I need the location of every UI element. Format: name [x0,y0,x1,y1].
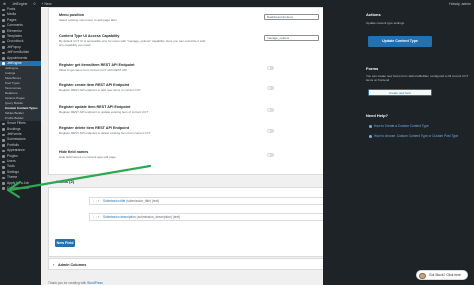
menu-icon [2,182,5,185]
help-link-create-cct[interactable]: How to Create a Custom Content Type [374,124,429,128]
wp-logo-icon[interactable]: ⊕ [0,2,9,6]
setting-toggle[interactable] [267,86,274,90]
fields-section-title[interactable]: ⌄ Fields (2) [52,179,74,184]
setting-toggle[interactable] [267,108,274,112]
sidebar-submenu: JetEngine Listings Meta Boxes Post Types Tax… [0,66,41,122]
sidebar-item-label: Plugins [7,153,18,158]
menu-icon [2,144,5,147]
setting-description: Allow to get items from current CCT with… [59,67,127,72]
menu-icon [2,19,5,22]
right-sidebar-panel: Actions Update content type settings Upd… [323,7,474,285]
sidebar-item-label: Media [7,12,16,17]
setting-toggle[interactable] [267,153,274,157]
need-help-title: Need Help? [366,113,389,118]
capability-input[interactable]: manage_options [264,35,319,41]
collapse-arrow-icon: ⌄ [52,179,56,184]
help-link-choose-cct[interactable]: How to choose: Custom Content Type or Cu… [374,134,469,138]
menu-icon [2,171,5,174]
menu-icon [2,30,5,33]
sidebar-item-label: Appearance [7,148,25,153]
collapse-arrow-icon: › [53,261,55,267]
sidebar-item-label: Posts [7,7,16,11]
field-name[interactable]: Submission title (submission_title) (tex… [103,198,159,206]
help-link-icon [369,125,372,128]
menu-icon [2,40,5,44]
sidebar-item-label: Apply for a Job [7,180,29,185]
setting-description: Register REST API endpoint to add new it… [59,87,141,92]
site-name-link[interactable]: JetEngine [9,2,31,6]
menu-position-select[interactable]: Dashboard (before) [264,14,319,20]
sidebar-item-label: Theme [7,175,18,180]
got-stuck-button[interactable]: Got Stuck? Click here [416,270,468,280]
menu-icon [2,149,5,153]
wordpress-link[interactable]: WordPress [87,281,103,285]
user-greeting[interactable]: Howdy, admin [446,2,474,6]
sidebar-item-label: JetPopup [7,44,21,49]
sidebar-item-label: Users [7,159,16,164]
sidebar-item-label: Portfolio [7,142,20,147]
forms-text: You can create new forms from JetFormBui… [366,74,469,82]
create-new-form-button[interactable]: Create new form [368,89,432,96]
setting-toggle[interactable] [267,66,274,70]
menu-icon [2,133,5,137]
sidebar-item-label: Templates [7,33,23,38]
actions-text: Update content type settings [366,21,405,25]
avatar [419,272,426,279]
admin-sidebar: Posts Media Pages Comments Elementor Template… [0,7,41,285]
menu-icon [2,176,5,180]
forms-title: Forms [366,66,379,71]
sidebar-item-label: Pages [7,17,17,22]
menu-icon [2,128,5,131]
admin-bar: ⊕ JetEngine 0 + New Howdy, admin [0,0,474,7]
menu-icon [2,24,5,28]
expand-arrow-icon[interactable]: › [98,214,99,222]
sidebar-item-label: Submissions [7,137,26,142]
sidebar-item-label: Settings [7,169,19,174]
admin-columns-card[interactable]: › Admin Columns [48,258,359,270]
sidebar-item-label: Bookings [7,126,21,131]
update-content-type-button[interactable]: Update Content Type [368,36,432,47]
field-name[interactable]: Submission description (submission_descr… [103,214,180,222]
setting-description: Register REST API endpoint to update exi… [59,109,149,114]
menu-icon [2,46,5,49]
menu-icon [2,57,5,60]
setting-toggle[interactable] [267,129,274,133]
footer-text: Thank you for creating with WordPress [48,281,103,285]
menu-icon [2,122,5,126]
expand-arrow-icon[interactable]: › [98,198,99,206]
comments-count[interactable]: 0 [31,2,39,6]
sidebar-item-label: JetEvents [7,132,22,137]
menu-icon [2,160,5,164]
field-slug: (submission_description) (text) [136,215,181,219]
sidebar-item-label: Smart Filters [7,121,26,126]
jetengine-icon [2,62,5,65]
menu-icon [2,155,5,158]
sidebar-item-label: JetFormBuilder [7,50,30,55]
setting-description: Select existing menu item to add page af… [59,17,117,22]
sidebar-item-collapse-menu[interactable]: Collapse menu [0,186,41,191]
setting-description: Register REST API endpoint to delete exi… [59,130,151,135]
setting-description: Hide field names on content type edit pa… [59,154,116,159]
sidebar-item-label: Tools [7,164,15,169]
new-field-button[interactable]: New Field [55,239,75,247]
menu-icon [2,187,5,191]
sidebar-item-label: Appointments [7,55,28,60]
menu-icon [2,8,5,12]
menu-icon [2,51,5,55]
sidebar-item-label: Comments [7,23,23,28]
menu-icon [2,138,5,142]
sidebar-item-label: Elementor [7,28,23,33]
setting-description: By default CCT UI is accessible only for… [59,38,206,47]
help-link-icon [369,135,372,138]
sidebar-item-label: Crocoblock [7,39,24,44]
menu-icon [2,165,5,169]
admin-columns-title: Admin Columns [58,262,87,267]
settings-card: Menu position Select existing menu item t… [48,7,359,175]
menu-icon [2,35,5,39]
sidebar-item-label: Collapse menu [7,185,29,190]
actions-title: Actions [366,12,381,17]
menu-icon [2,13,5,17]
field-slug: (submission_title) (text) [126,199,160,203]
new-content-link[interactable]: + New [38,2,54,6]
